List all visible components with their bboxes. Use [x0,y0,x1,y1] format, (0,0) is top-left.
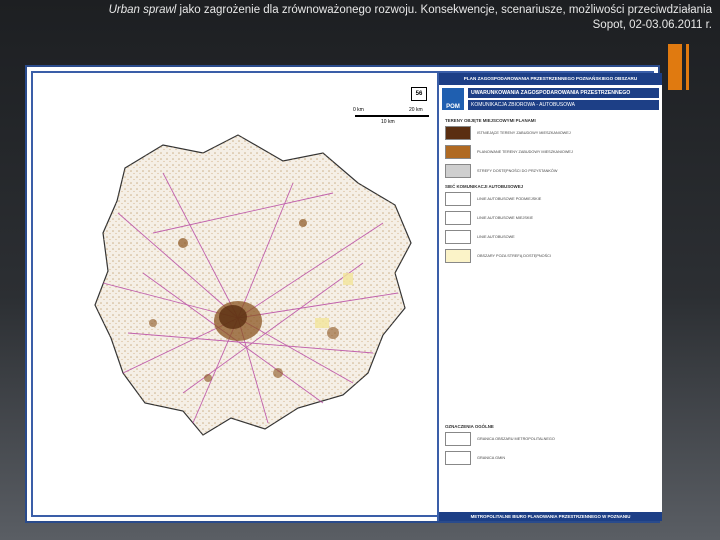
legend-item-label: GRANICA OBSZARU METROPOLITALNEGO [477,436,555,441]
legend-item: LINIE AUTOBUSOWE PODMIEJSKIE [445,192,656,206]
legend-title-block: POM UWARUNKOWANIA ZAGOSPODAROWANIA PRZES… [439,85,662,112]
legend-section-1: TERENY OBJĘTE MIEJSCOWYMI PLANAMI [445,118,536,123]
map-legend: PLAN ZAGOSPODAROWANIA PRZESTRZENNEGO POZ… [437,73,662,521]
accent-bar [668,44,682,90]
slide-title-italic: Urban sprawl [108,4,177,16]
map-number: 56 [411,87,427,101]
legend-swatch [445,451,471,465]
legend-item-label: LINIE AUTOBUSOWE PODMIEJSKIE [477,196,542,201]
legend-item: STREFY DOSTĘPNOŚCI DO PRZYSTANKÓW [445,164,656,178]
scale-label-10: 10 km [381,119,395,125]
legend-item-label: LINIE AUTOBUSOWE [477,234,515,239]
legend-item: ISTNIEJĄCE TERENY ZABUDOWY MIESZKANIOWEJ [445,126,656,140]
legend-swatch [445,145,471,159]
pom-logo: POM [442,88,464,110]
legend-swatch [445,432,471,446]
map-area: 56 0 km 20 km 10 km [33,73,435,521]
slide-header: Urban sprawl jako zagrożenie dla zrównow… [12,3,712,33]
legend-item-label: PLANOWANE TERENY ZABUDOWY MIESZKANIOWEJ [477,149,573,154]
legend-item: LINIE AUTOBUSOWE [445,230,656,244]
legend-swatch [445,164,471,178]
legend-top-banner: PLAN ZAGOSPODAROWANIA PRZESTRZENNEGO POZ… [439,73,662,89]
scale-label-20: 20 km [409,107,423,113]
accent-bar-thin [686,44,689,90]
legend-item: GRANICA OBSZARU METROPOLITALNEGO [445,432,656,446]
legend-footer: METROPOLITALNE BIURO PLANOWANIA PRZESTRZ… [439,512,662,521]
map-frame: 56 0 km 20 km 10 km PLAN ZAGOSPODAROWANI… [31,71,662,521]
scale-label-0: 0 km [353,107,364,113]
slide-subtitle: Sopot, 02-03.06.2011 r. [592,19,712,31]
legend-item-label: ISTNIEJĄCE TERENY ZABUDOWY MIESZKANIOWEJ [477,130,571,135]
legend-subtitle: KOMUNIKACJA ZBIOROWA - AUTOBUSOWA [468,100,659,110]
legend-item-label: STREFY DOSTĘPNOŚCI DO PRZYSTANKÓW [477,168,558,173]
legend-item-label: GRANICA GMIN [477,455,506,460]
map-slide: 56 0 km 20 km 10 km PLAN ZAGOSPODAROWANI… [25,65,662,523]
legend-item: LINIE AUTOBUSOWE MIEJSKIE [445,211,656,225]
legend-item-label: OBSZARY POZA STREFĄ DOSTĘPNOŚCI [477,253,551,258]
slide-title: Urban sprawl jako zagrożenie dla zrównow… [12,3,712,18]
scale-line [355,115,429,117]
legend-swatch [445,230,471,244]
legend-swatch [445,192,471,206]
legend-swatch [445,126,471,140]
legend-item: GRANICA GMIN [445,451,656,465]
legend-section-3: OZNACZENIA OGÓLNE [445,424,494,429]
region-map [94,134,412,436]
legend-section-2: SIEĆ KOMUNIKACJI AUTOBUSOWEJ [445,184,524,189]
legend-title: UWARUNKOWANIA ZAGOSPODAROWANIA PRZESTRZE… [468,88,659,98]
legend-item: OBSZARY POZA STREFĄ DOSTĘPNOŚCI [445,249,656,263]
legend-item: PLANOWANE TERENY ZABUDOWY MIESZKANIOWEJ [445,145,656,159]
slide-title-rest: jako zagrożenie dla zrównoważonego rozwo… [176,4,712,16]
legend-item-label: LINIE AUTOBUSOWE MIEJSKIE [477,215,534,220]
legend-swatch [445,211,471,225]
legend-swatch [445,249,471,263]
scale-bar: 56 0 km 20 km 10 km [351,79,431,133]
